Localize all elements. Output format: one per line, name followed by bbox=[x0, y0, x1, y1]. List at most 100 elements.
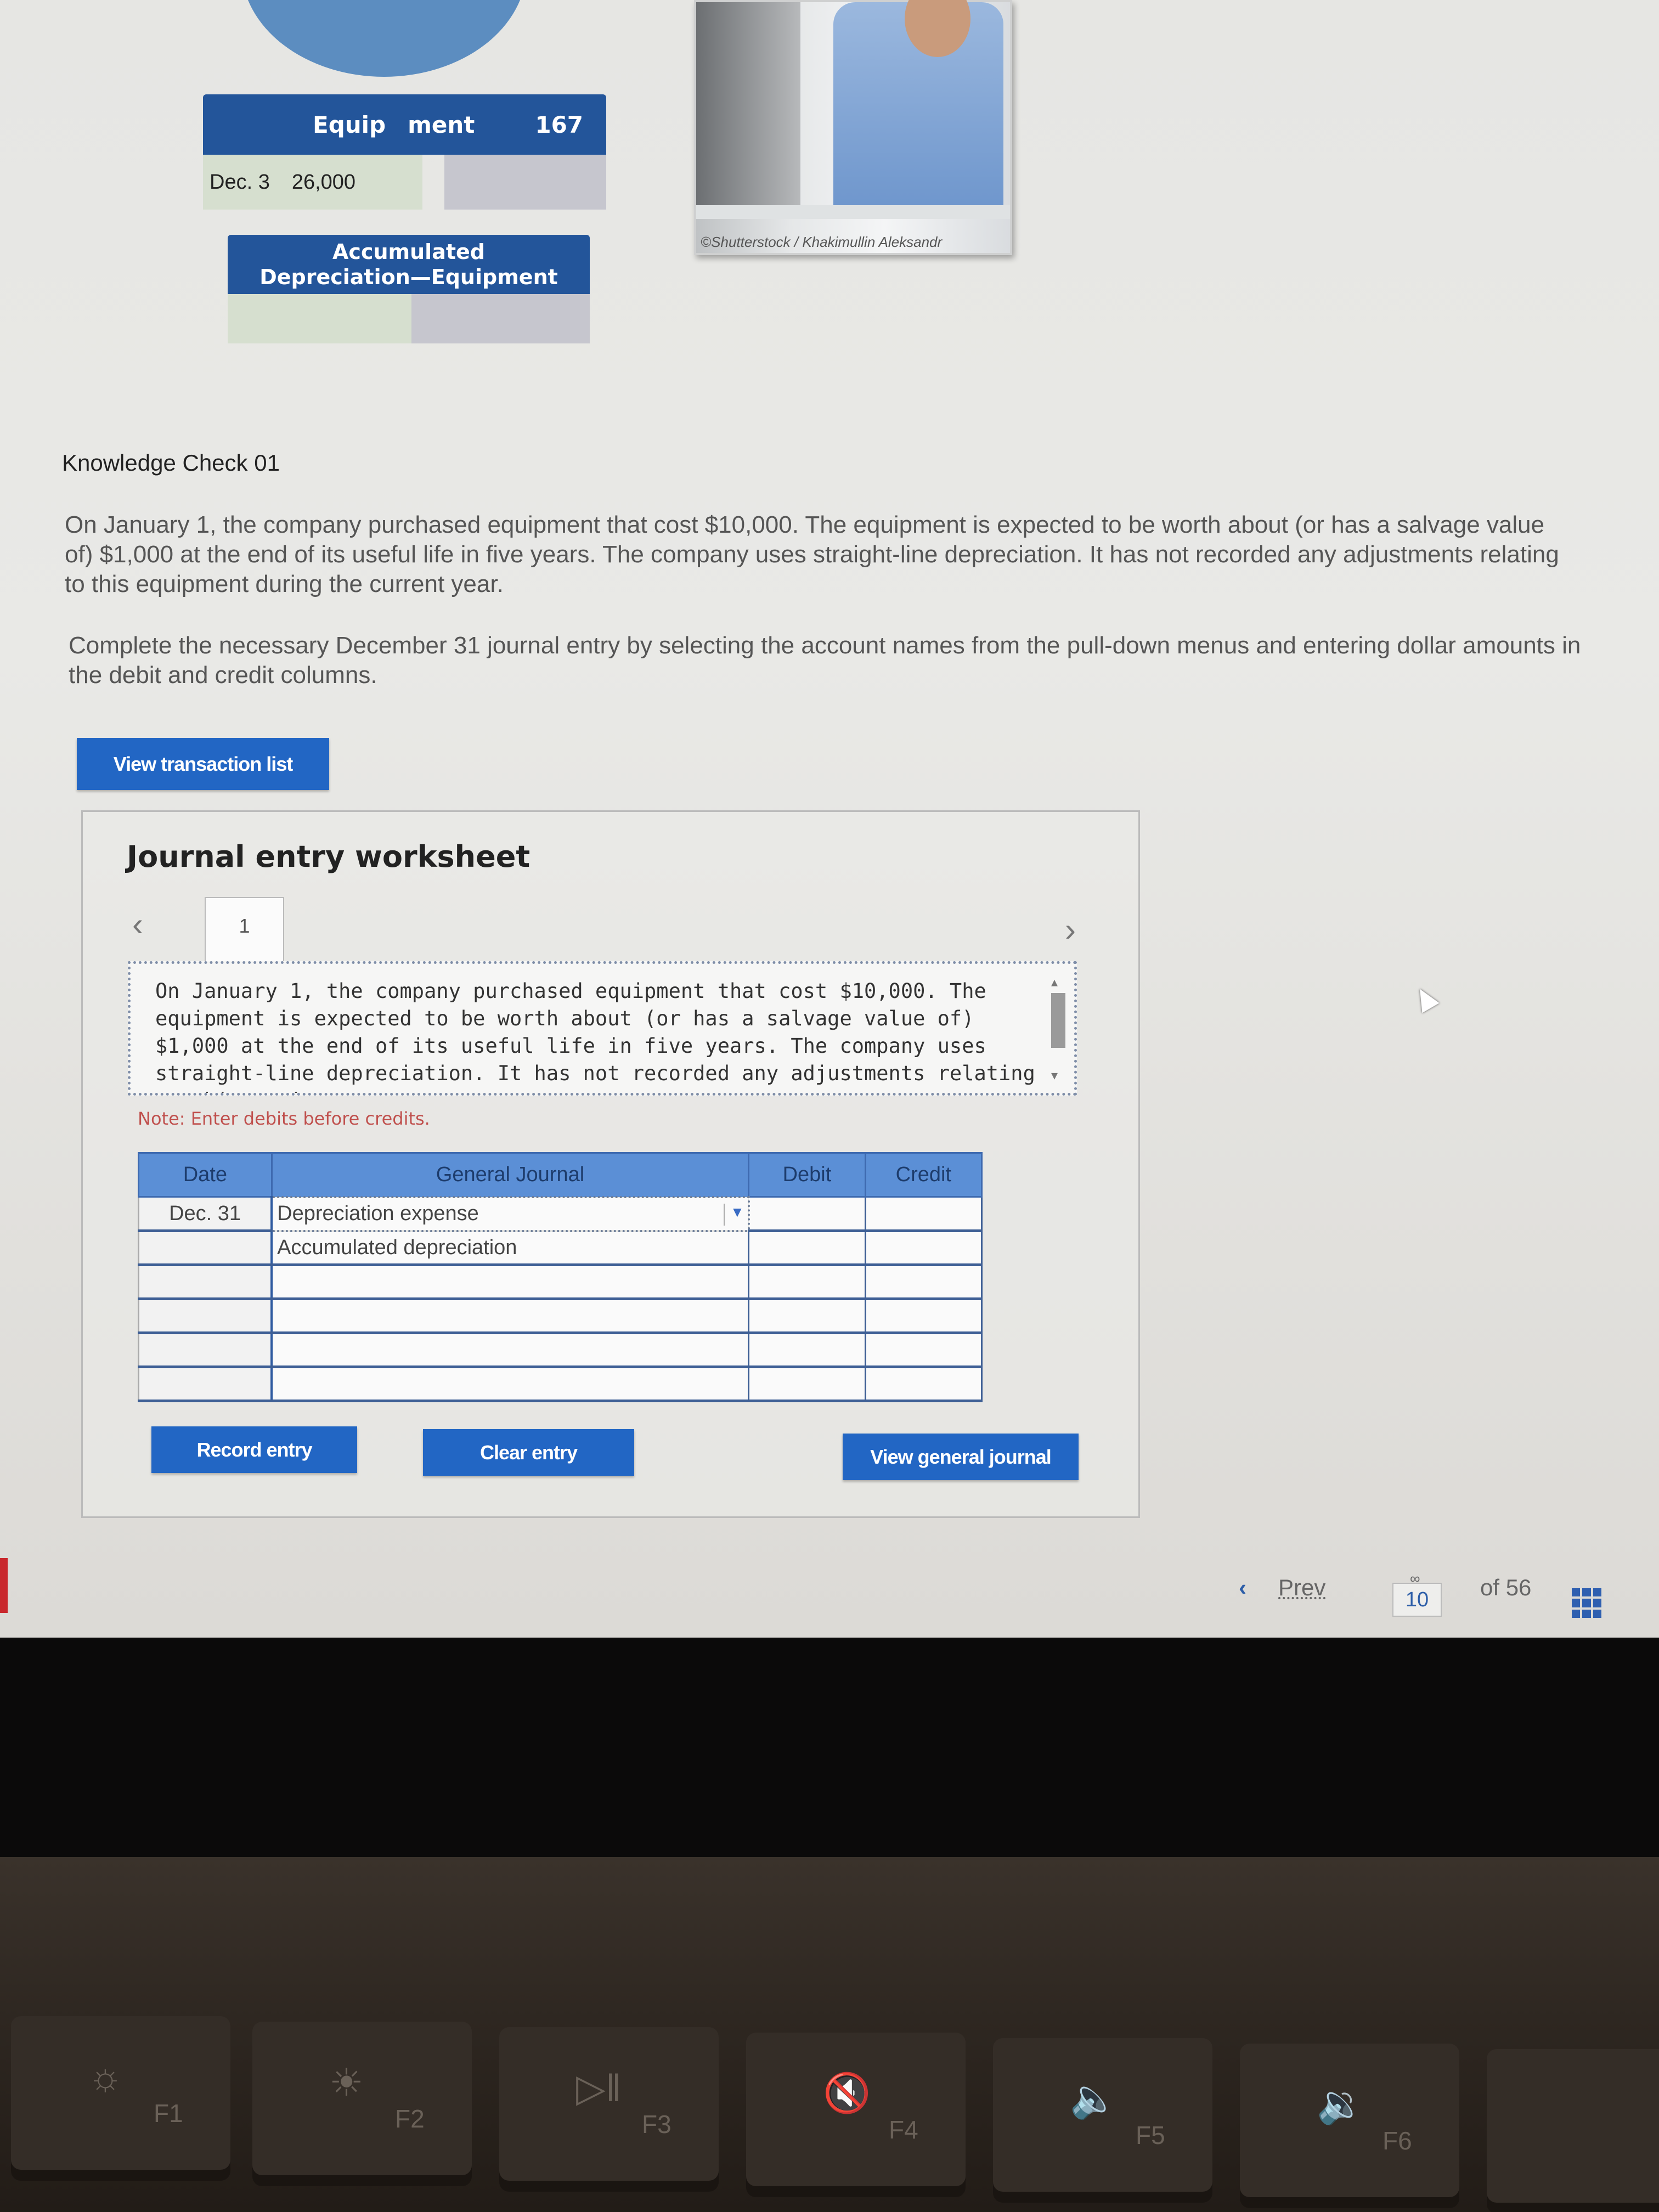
equipment-title-right: ment bbox=[408, 111, 475, 138]
credit-cell[interactable] bbox=[865, 1231, 983, 1266]
debit-cell[interactable] bbox=[748, 1265, 866, 1300]
transaction-description-box[interactable]: On January 1, the company purchased equi… bbox=[128, 961, 1077, 1096]
keyboard: ☼ F1 ☀ F2 ▷‖ F3 🔇 F4 🔈 F5 🔉 F6 bbox=[0, 1857, 1659, 2212]
tab-transaction-1[interactable]: 1 bbox=[205, 897, 284, 963]
accum-title-line1: Accumulated bbox=[332, 240, 485, 264]
account-select[interactable]: Accumulated depreciation bbox=[272, 1231, 750, 1266]
credit-input[interactable] bbox=[870, 1232, 977, 1263]
stock-photo: ©Shutterstock / Khakimullin Aleksandr bbox=[694, 0, 1012, 255]
chevron-left-icon[interactable]: ‹ bbox=[1239, 1575, 1246, 1601]
equipment-entry-date: Dec. 3 bbox=[210, 170, 270, 194]
debit-input[interactable] bbox=[754, 1266, 860, 1297]
scrollbar-thumb[interactable] bbox=[1051, 993, 1065, 1048]
key-f3: ▷‖ F3 bbox=[499, 2027, 719, 2181]
accumulated-depreciation-t-account: Accumulated Depreciation—Equipment bbox=[228, 235, 590, 343]
account-select[interactable]: Depreciation expense ▼ bbox=[270, 1195, 750, 1232]
date-cell bbox=[138, 1333, 273, 1368]
credit-input[interactable] bbox=[870, 1300, 977, 1331]
decorative-circle bbox=[241, 0, 527, 77]
general-journal-column-header: General Journal bbox=[270, 1152, 750, 1198]
table-row bbox=[138, 1265, 983, 1300]
dropdown-arrow-icon[interactable]: ▼ bbox=[724, 1203, 744, 1226]
mouse-cursor-icon bbox=[1411, 984, 1440, 1013]
credit-input[interactable] bbox=[870, 1198, 977, 1229]
account-select[interactable] bbox=[272, 1367, 750, 1402]
key-f5: 🔈 F5 bbox=[993, 2038, 1212, 2192]
debit-cell[interactable] bbox=[748, 1299, 866, 1334]
debit-input[interactable] bbox=[754, 1368, 860, 1400]
equipment-title-left: Equip bbox=[313, 111, 386, 138]
transaction-description: On January 1, the company purchased equi… bbox=[155, 979, 1035, 1093]
general-journal-table: Date General Journal Debit Credit Dec. 3… bbox=[138, 1152, 983, 1402]
credit-column-header: Credit bbox=[864, 1152, 983, 1198]
table-row bbox=[138, 1333, 983, 1368]
debit-cell[interactable] bbox=[748, 1231, 866, 1266]
laptop-bezel bbox=[0, 1638, 1659, 1857]
total-pages-label: of 56 bbox=[1480, 1575, 1532, 1600]
key-label: F5 bbox=[1136, 2121, 1165, 2149]
account-value: Depreciation expense bbox=[277, 1202, 479, 1225]
volume-up-icon: 🔉 bbox=[1317, 2083, 1365, 2125]
date-cell bbox=[138, 1367, 273, 1402]
photo-monitor bbox=[696, 2, 800, 216]
credit-input[interactable] bbox=[870, 1266, 977, 1297]
credit-cell[interactable] bbox=[865, 1367, 983, 1402]
brightness-up-icon: ☀ bbox=[329, 2061, 364, 2104]
current-page-input[interactable]: 10 bbox=[1392, 1583, 1442, 1617]
debit-column-header: Debit bbox=[748, 1152, 866, 1198]
accum-credit-side bbox=[411, 294, 590, 343]
table-row: Accumulated depreciation bbox=[138, 1231, 983, 1266]
credit-cell[interactable] bbox=[865, 1197, 983, 1232]
credit-cell[interactable] bbox=[865, 1333, 983, 1368]
brightness-down-icon: ☼ bbox=[88, 2055, 123, 2098]
scroll-down-icon[interactable]: ▼ bbox=[1051, 1062, 1058, 1089]
question-paragraph: On January 1, the company purchased equi… bbox=[65, 511, 1559, 597]
date-cell bbox=[138, 1265, 273, 1300]
chevron-right-icon[interactable]: › bbox=[1065, 911, 1076, 949]
volume-down-icon: 🔈 bbox=[1070, 2077, 1118, 2120]
record-entry-button[interactable]: Record entry bbox=[151, 1426, 357, 1473]
prev-page-link[interactable]: Prev bbox=[1278, 1575, 1325, 1601]
credit-cell[interactable] bbox=[865, 1299, 983, 1334]
key-f7 bbox=[1487, 2049, 1659, 2203]
accum-debit-side bbox=[228, 294, 411, 343]
key-label: F1 bbox=[154, 2099, 183, 2128]
debit-cell[interactable] bbox=[748, 1197, 866, 1232]
photo-credit: ©Shutterstock / Khakimullin Aleksandr bbox=[701, 234, 943, 250]
debit-input[interactable] bbox=[754, 1334, 860, 1365]
debit-input[interactable] bbox=[754, 1232, 860, 1263]
credit-input[interactable] bbox=[870, 1368, 977, 1400]
account-select[interactable] bbox=[272, 1299, 750, 1334]
account-value: Accumulated depreciation bbox=[277, 1235, 517, 1259]
scroll-up-icon[interactable]: ▲ bbox=[1051, 968, 1058, 996]
instruction-paragraph: Complete the necessary December 31 journ… bbox=[69, 632, 1581, 689]
grid-menu-icon[interactable] bbox=[1572, 1588, 1601, 1618]
tear-gap bbox=[422, 155, 444, 210]
table-row bbox=[138, 1367, 983, 1402]
account-select[interactable] bbox=[272, 1265, 750, 1300]
view-general-journal-button[interactable]: View general journal bbox=[843, 1434, 1079, 1480]
key-f6: 🔉 F6 bbox=[1240, 2044, 1459, 2197]
debit-input[interactable] bbox=[754, 1198, 860, 1229]
account-select[interactable] bbox=[272, 1333, 750, 1368]
question-title: Knowledge Check 01 bbox=[62, 450, 280, 476]
description-scrollbar[interactable]: ▲ ▼ bbox=[1047, 968, 1069, 1089]
debit-input[interactable] bbox=[754, 1300, 860, 1331]
equipment-credit-side bbox=[444, 155, 606, 210]
credit-cell[interactable] bbox=[865, 1265, 983, 1300]
key-label: F2 bbox=[395, 2104, 425, 2133]
credit-input[interactable] bbox=[870, 1334, 977, 1365]
clear-entry-button[interactable]: Clear entry bbox=[423, 1429, 634, 1476]
equipment-debit-side: Dec. 3 26,000 bbox=[203, 155, 422, 210]
debit-cell[interactable] bbox=[748, 1367, 866, 1402]
equipment-t-account: Equip ment 167 Dec. 3 26,000 bbox=[203, 94, 606, 210]
chevron-left-icon[interactable]: ‹ bbox=[132, 905, 143, 943]
debit-cell[interactable] bbox=[748, 1333, 866, 1368]
play-pause-icon: ▷‖ bbox=[576, 2067, 622, 2109]
photo-desk bbox=[696, 205, 1010, 219]
debits-before-credits-note: Note: Enter debits before credits. bbox=[138, 1108, 430, 1129]
date-cell bbox=[138, 1299, 273, 1334]
accum-title-line2: Depreciation—Equipment bbox=[259, 265, 558, 289]
worksheet-title: Journal entry worksheet bbox=[127, 839, 531, 874]
view-transaction-list-button[interactable]: View transaction list bbox=[77, 738, 329, 790]
